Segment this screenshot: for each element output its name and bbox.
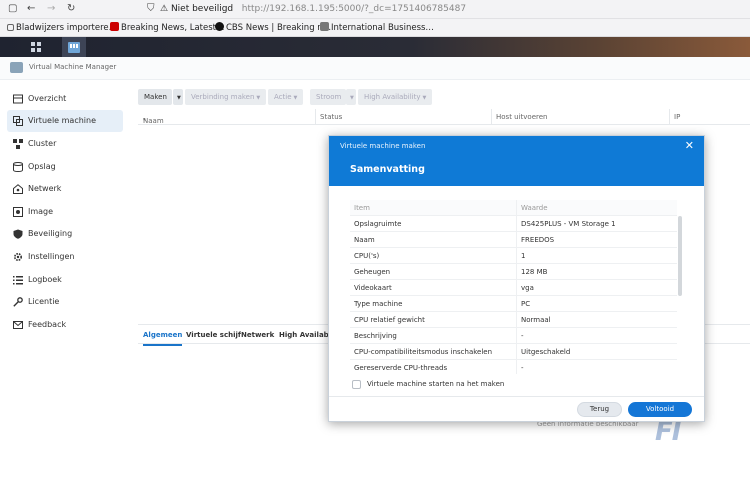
- table-row: Gereserverde CPU-threads -: [350, 360, 677, 374]
- bookmark-import[interactable]: Bladwijzers importere…: [7, 22, 117, 34]
- table-header: Item Waarde: [350, 200, 677, 216]
- table-row: Beschrijving -: [350, 328, 677, 344]
- list-icon: [13, 276, 23, 285]
- dialog-footer-divider: [329, 396, 704, 397]
- browser-toolbar: ▢ ← → ↻ ⛉ ⚠ Niet beveiligd http://192.16…: [0, 0, 750, 19]
- chevron-down-icon: ▼: [177, 95, 181, 101]
- forward-icon[interactable]: →: [47, 3, 55, 15]
- back-icon[interactable]: ←: [27, 3, 35, 15]
- dsm-taskbar: [0, 37, 750, 57]
- chevron-down-icon: ▼: [350, 95, 354, 101]
- bookmark-ibt[interactable]: International Business…: [320, 22, 434, 34]
- insecure-icon: ⚠: [160, 4, 171, 14]
- connect-button[interactable]: Verbinding maken ▼: [185, 89, 267, 105]
- column-separator: [669, 109, 670, 125]
- overview-icon: [13, 94, 23, 104]
- reload-icon[interactable]: ↻: [67, 3, 75, 15]
- power-button[interactable]: Stroom: [310, 89, 346, 105]
- chevron-down-icon: ▼: [422, 95, 427, 101]
- table-row: Naam FREEDOS: [350, 232, 677, 248]
- app-logo-icon: [10, 62, 23, 73]
- sidebar-item-overzicht[interactable]: Overzicht: [7, 88, 123, 110]
- column-status[interactable]: Status: [320, 113, 342, 121]
- sidebar-item-instellingen[interactable]: Instellingen: [7, 246, 123, 268]
- mail-icon: [13, 321, 23, 329]
- sort-icon: ▾: [143, 117, 146, 123]
- ibt-icon: [320, 22, 329, 31]
- sidebar-item-virtuele-machine[interactable]: Virtuele machine: [7, 110, 123, 132]
- create-dropdown-button[interactable]: ▼: [173, 89, 183, 105]
- sidebar-item-licentie[interactable]: Licentie: [7, 291, 123, 313]
- bookmark-cbs[interactable]: CBS News | Breaking n…: [215, 22, 331, 34]
- action-button[interactable]: Actie ▼: [268, 89, 304, 105]
- grid-icon: [31, 42, 41, 52]
- vmm-icon: [68, 41, 80, 53]
- start-after-create-label[interactable]: Virtuele machine starten na het maken: [367, 380, 504, 388]
- sidebar-item-beveiliging[interactable]: Beveiliging: [7, 223, 123, 245]
- sidebar-item-logboek[interactable]: Logboek: [7, 269, 123, 291]
- image-icon: [13, 207, 23, 217]
- address-bar[interactable]: ⚠ Niet beveiligd http://192.168.1.195:50…: [160, 2, 466, 17]
- bookmarks-bar: Bladwijzers importere… Breaking News, La…: [0, 19, 750, 37]
- sidebar: Overzicht Virtuele machine Cluster Opsla…: [0, 80, 130, 500]
- shield-icon[interactable]: ⛉: [147, 3, 155, 15]
- app-title: Virtual Machine Manager: [29, 63, 117, 71]
- table-row: CPU('s) 1: [350, 248, 677, 264]
- table-row: CPU-compatibiliteitsmodus inschakelen Uit…: [350, 344, 677, 360]
- tab-virtuele-schijf[interactable]: Virtuele schijf: [186, 331, 241, 339]
- table-row: Geheugen 128 MB: [350, 264, 677, 280]
- virtual-machine-icon: [13, 116, 23, 126]
- cnn-icon: [110, 22, 119, 31]
- gear-icon: [13, 252, 23, 262]
- sidebar-item-opslag[interactable]: Opslag: [7, 156, 123, 178]
- finish-button[interactable]: Voltooid: [628, 402, 692, 417]
- dialog-header: Virtuele machine maken ✕ Samenvatting: [329, 136, 704, 186]
- chevron-down-icon: ▼: [293, 95, 298, 101]
- sidebar-item-netwerk[interactable]: Netwerk: [7, 178, 123, 200]
- cluster-icon: [13, 139, 23, 149]
- shield-icon: [13, 229, 23, 239]
- create-button[interactable]: Maken: [138, 89, 172, 105]
- vmm-taskbar-button[interactable]: [62, 37, 86, 57]
- back-button[interactable]: Terug: [577, 402, 622, 417]
- dialog-subtitle: Samenvatting: [350, 164, 425, 175]
- power-dropdown-button[interactable]: ▼: [346, 89, 356, 105]
- import-icon: [7, 24, 14, 31]
- summary-table: Item Waarde Opslagruimte DS425PLUS - VM S…: [350, 200, 686, 374]
- column-separator: [315, 109, 316, 125]
- main-menu-button[interactable]: [24, 37, 48, 57]
- close-icon[interactable]: ✕: [685, 139, 694, 152]
- cbs-icon: [215, 22, 224, 31]
- bookmark-cnn[interactable]: Breaking News, Latest…: [110, 22, 225, 34]
- key-icon: [13, 297, 23, 307]
- sidebar-toggle-icon[interactable]: ▢: [8, 3, 17, 15]
- chevron-down-icon: ▼: [256, 95, 261, 101]
- high-availability-button[interactable]: High Availability ▼: [358, 89, 433, 105]
- sidebar-item-image[interactable]: Image: [7, 201, 123, 223]
- url-host: http://192.168.1.195: [241, 4, 336, 14]
- security-label: Niet beveiligd: [170, 4, 234, 14]
- vm-grid-header: Naam ▾ Status Host uitvoeren IP: [138, 109, 750, 125]
- column-separator: [491, 109, 492, 125]
- app-titlebar: Virtual Machine Manager: [0, 57, 750, 80]
- dialog-title: Virtuele machine maken: [340, 142, 426, 150]
- sidebar-item-cluster[interactable]: Cluster: [7, 133, 123, 155]
- start-after-create-checkbox[interactable]: [352, 380, 361, 389]
- url-rest: :5000/?_dc=1751406785487: [335, 4, 467, 14]
- tab-netwerk[interactable]: Netwerk: [241, 331, 274, 339]
- table-row: Type machine PC: [350, 296, 677, 312]
- tab-algemeen[interactable]: Algemeen: [143, 331, 183, 346]
- table-row: Opslagruimte DS425PLUS - VM Storage 1: [350, 216, 677, 232]
- table-row: CPU relatief gewicht Normaal: [350, 312, 677, 328]
- column-ip[interactable]: IP: [674, 113, 680, 121]
- sidebar-item-feedback[interactable]: Feedback: [7, 314, 123, 336]
- table-row: Videokaart vga: [350, 280, 677, 296]
- column-host[interactable]: Host uitvoeren: [496, 113, 548, 121]
- table-scrollbar[interactable]: [678, 216, 682, 296]
- storage-icon: [13, 162, 23, 172]
- network-icon: [13, 184, 23, 194]
- create-vm-dialog: Virtuele machine maken ✕ Samenvatting It…: [328, 135, 705, 422]
